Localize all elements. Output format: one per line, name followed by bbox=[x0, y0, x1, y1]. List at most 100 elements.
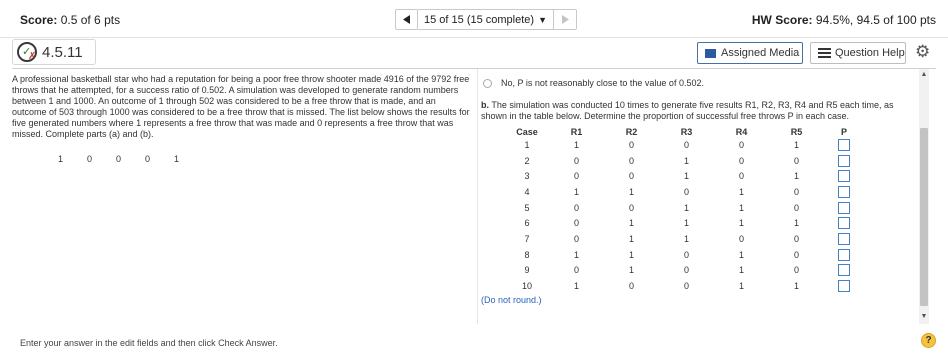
table-row: 4 1 1 0 1 0 bbox=[505, 184, 864, 200]
p-answer-field[interactable] bbox=[838, 232, 850, 245]
question-selector[interactable]: 15 of 15 (15 complete) ▼ bbox=[418, 9, 554, 30]
next-question-button[interactable] bbox=[554, 9, 577, 30]
rounding-note: (Do not round.) bbox=[481, 294, 542, 305]
p-answer-field[interactable] bbox=[838, 185, 850, 198]
hw-score-display: HW Score: 94.5%, 94.5 of 100 pts bbox=[752, 13, 936, 27]
result-cell: 1 bbox=[793, 281, 799, 292]
media-icon bbox=[705, 48, 716, 58]
result-cell: 0 bbox=[628, 139, 634, 150]
p-cell bbox=[824, 247, 864, 263]
assigned-media-label: Assigned Media bbox=[721, 47, 800, 59]
result-cell: 1 bbox=[683, 233, 689, 244]
result-cell: 1 bbox=[573, 186, 579, 197]
result-cell: 1 bbox=[793, 171, 799, 182]
column-header-r1: R1 bbox=[570, 126, 583, 137]
result-cell: 0 bbox=[793, 155, 799, 166]
p-answer-field[interactable] bbox=[838, 217, 850, 230]
result-cell: 0 bbox=[573, 233, 579, 244]
result-cell: 1 bbox=[738, 218, 744, 229]
case-cell: 9 bbox=[524, 265, 530, 276]
header-divider bbox=[12, 68, 936, 69]
scroll-up-icon[interactable]: ▲ bbox=[919, 70, 929, 80]
triangle-right-icon bbox=[562, 15, 569, 24]
table-header-row: Case R1 R2 R3 R4 R5 P bbox=[505, 126, 864, 137]
hw-score-value: 94.5%, 94.5 of 100 pts bbox=[815, 13, 936, 27]
column-header-case: Case bbox=[516, 126, 538, 137]
result-cell: 1 bbox=[628, 265, 634, 276]
question-help-button[interactable]: Question Help bbox=[810, 42, 906, 64]
result-cell: 0 bbox=[793, 202, 799, 213]
result-cell: 0 bbox=[573, 202, 579, 213]
result-cell: 1 bbox=[738, 249, 744, 260]
pane-divider[interactable] bbox=[477, 69, 478, 324]
part-a-option[interactable]: No, P is not reasonably close to the val… bbox=[481, 76, 917, 90]
case-cell: 3 bbox=[524, 171, 530, 182]
table-row: 2 0 0 1 0 0 bbox=[505, 153, 864, 169]
radio-button[interactable] bbox=[483, 78, 492, 88]
result-cell: 0 bbox=[793, 249, 799, 260]
case-cell: 7 bbox=[524, 233, 530, 244]
question-title: ✓ ✗ 4.5.11 bbox=[12, 39, 96, 65]
column-header-r2: R2 bbox=[625, 126, 638, 137]
sequence-value: 1 bbox=[58, 154, 64, 164]
p-answer-field[interactable] bbox=[838, 264, 850, 277]
result-cell: 0 bbox=[683, 265, 689, 276]
gear-icon[interactable]: ⚙ bbox=[915, 42, 930, 62]
result-cell: 0 bbox=[573, 265, 579, 276]
previous-question-button[interactable] bbox=[395, 9, 418, 30]
p-answer-field[interactable] bbox=[838, 138, 850, 151]
p-cell bbox=[824, 184, 864, 200]
sequence-value: 0 bbox=[87, 154, 93, 164]
table-row: 1 1 0 0 0 1 bbox=[505, 137, 864, 153]
p-answer-field[interactable] bbox=[838, 248, 850, 261]
result-cell: 1 bbox=[683, 171, 689, 182]
result-sequence: 1 0 0 0 1 bbox=[58, 154, 477, 165]
result-cell: 0 bbox=[573, 171, 579, 182]
scroll-down-icon[interactable]: ▼ bbox=[919, 312, 929, 322]
result-cell: 0 bbox=[628, 155, 634, 166]
table-row: 7 0 1 1 0 0 bbox=[505, 231, 864, 247]
result-cell: 0 bbox=[738, 233, 744, 244]
case-cell: 2 bbox=[524, 155, 530, 166]
p-answer-field[interactable] bbox=[838, 170, 850, 183]
result-cell: 0 bbox=[738, 155, 744, 166]
result-cell: 1 bbox=[573, 139, 579, 150]
result-cell: 0 bbox=[793, 233, 799, 244]
sequence-value: 1 bbox=[174, 154, 180, 164]
question-number: 4.5.11 bbox=[42, 43, 83, 61]
problem-statement: A professional basketball star who had a… bbox=[12, 74, 470, 139]
result-cell: 1 bbox=[683, 218, 689, 229]
case-cell: 1 bbox=[524, 139, 530, 150]
result-cell: 1 bbox=[738, 202, 744, 213]
assigned-media-button[interactable]: Assigned Media bbox=[697, 42, 803, 64]
part-b-prompt: b. The simulation was conducted 10 times… bbox=[481, 100, 917, 122]
column-header-r5: R5 bbox=[790, 126, 803, 137]
p-answer-field[interactable] bbox=[838, 280, 850, 293]
part-b-text: The simulation was conducted 10 times to… bbox=[481, 100, 894, 121]
question-header: ✓ ✗ 4.5.11 Assigned Media Question Help ⚙ bbox=[0, 38, 948, 68]
result-cell: 1 bbox=[628, 218, 634, 229]
question-help-label: Question Help bbox=[835, 47, 905, 59]
answer-pane: No, P is not reasonably close to the val… bbox=[481, 76, 917, 305]
part-a-option-text: No, P is not reasonably close to the val… bbox=[501, 78, 704, 88]
result-cell: 1 bbox=[738, 281, 744, 292]
result-cell: 0 bbox=[793, 265, 799, 276]
scrollbar-thumb[interactable] bbox=[920, 128, 928, 306]
p-answer-field[interactable] bbox=[838, 201, 850, 214]
p-cell bbox=[824, 278, 864, 294]
result-cell: 0 bbox=[683, 281, 689, 292]
hw-score-label: HW Score: bbox=[751, 13, 813, 27]
result-cell: 1 bbox=[628, 186, 634, 197]
instruction-text: Enter your answer in the edit fields and… bbox=[20, 338, 278, 348]
result-cell: 1 bbox=[683, 155, 689, 166]
help-icon[interactable]: ? bbox=[921, 333, 936, 348]
column-header-p: P bbox=[840, 126, 847, 137]
p-cell bbox=[824, 200, 864, 216]
table-row: 8 1 1 0 1 0 bbox=[505, 247, 864, 263]
case-cell: 5 bbox=[524, 202, 530, 213]
result-cell: 0 bbox=[683, 139, 689, 150]
result-cell: 1 bbox=[738, 186, 744, 197]
p-answer-field[interactable] bbox=[838, 154, 850, 167]
result-cell: 1 bbox=[628, 233, 634, 244]
triangle-down-icon: ▼ bbox=[538, 14, 547, 25]
